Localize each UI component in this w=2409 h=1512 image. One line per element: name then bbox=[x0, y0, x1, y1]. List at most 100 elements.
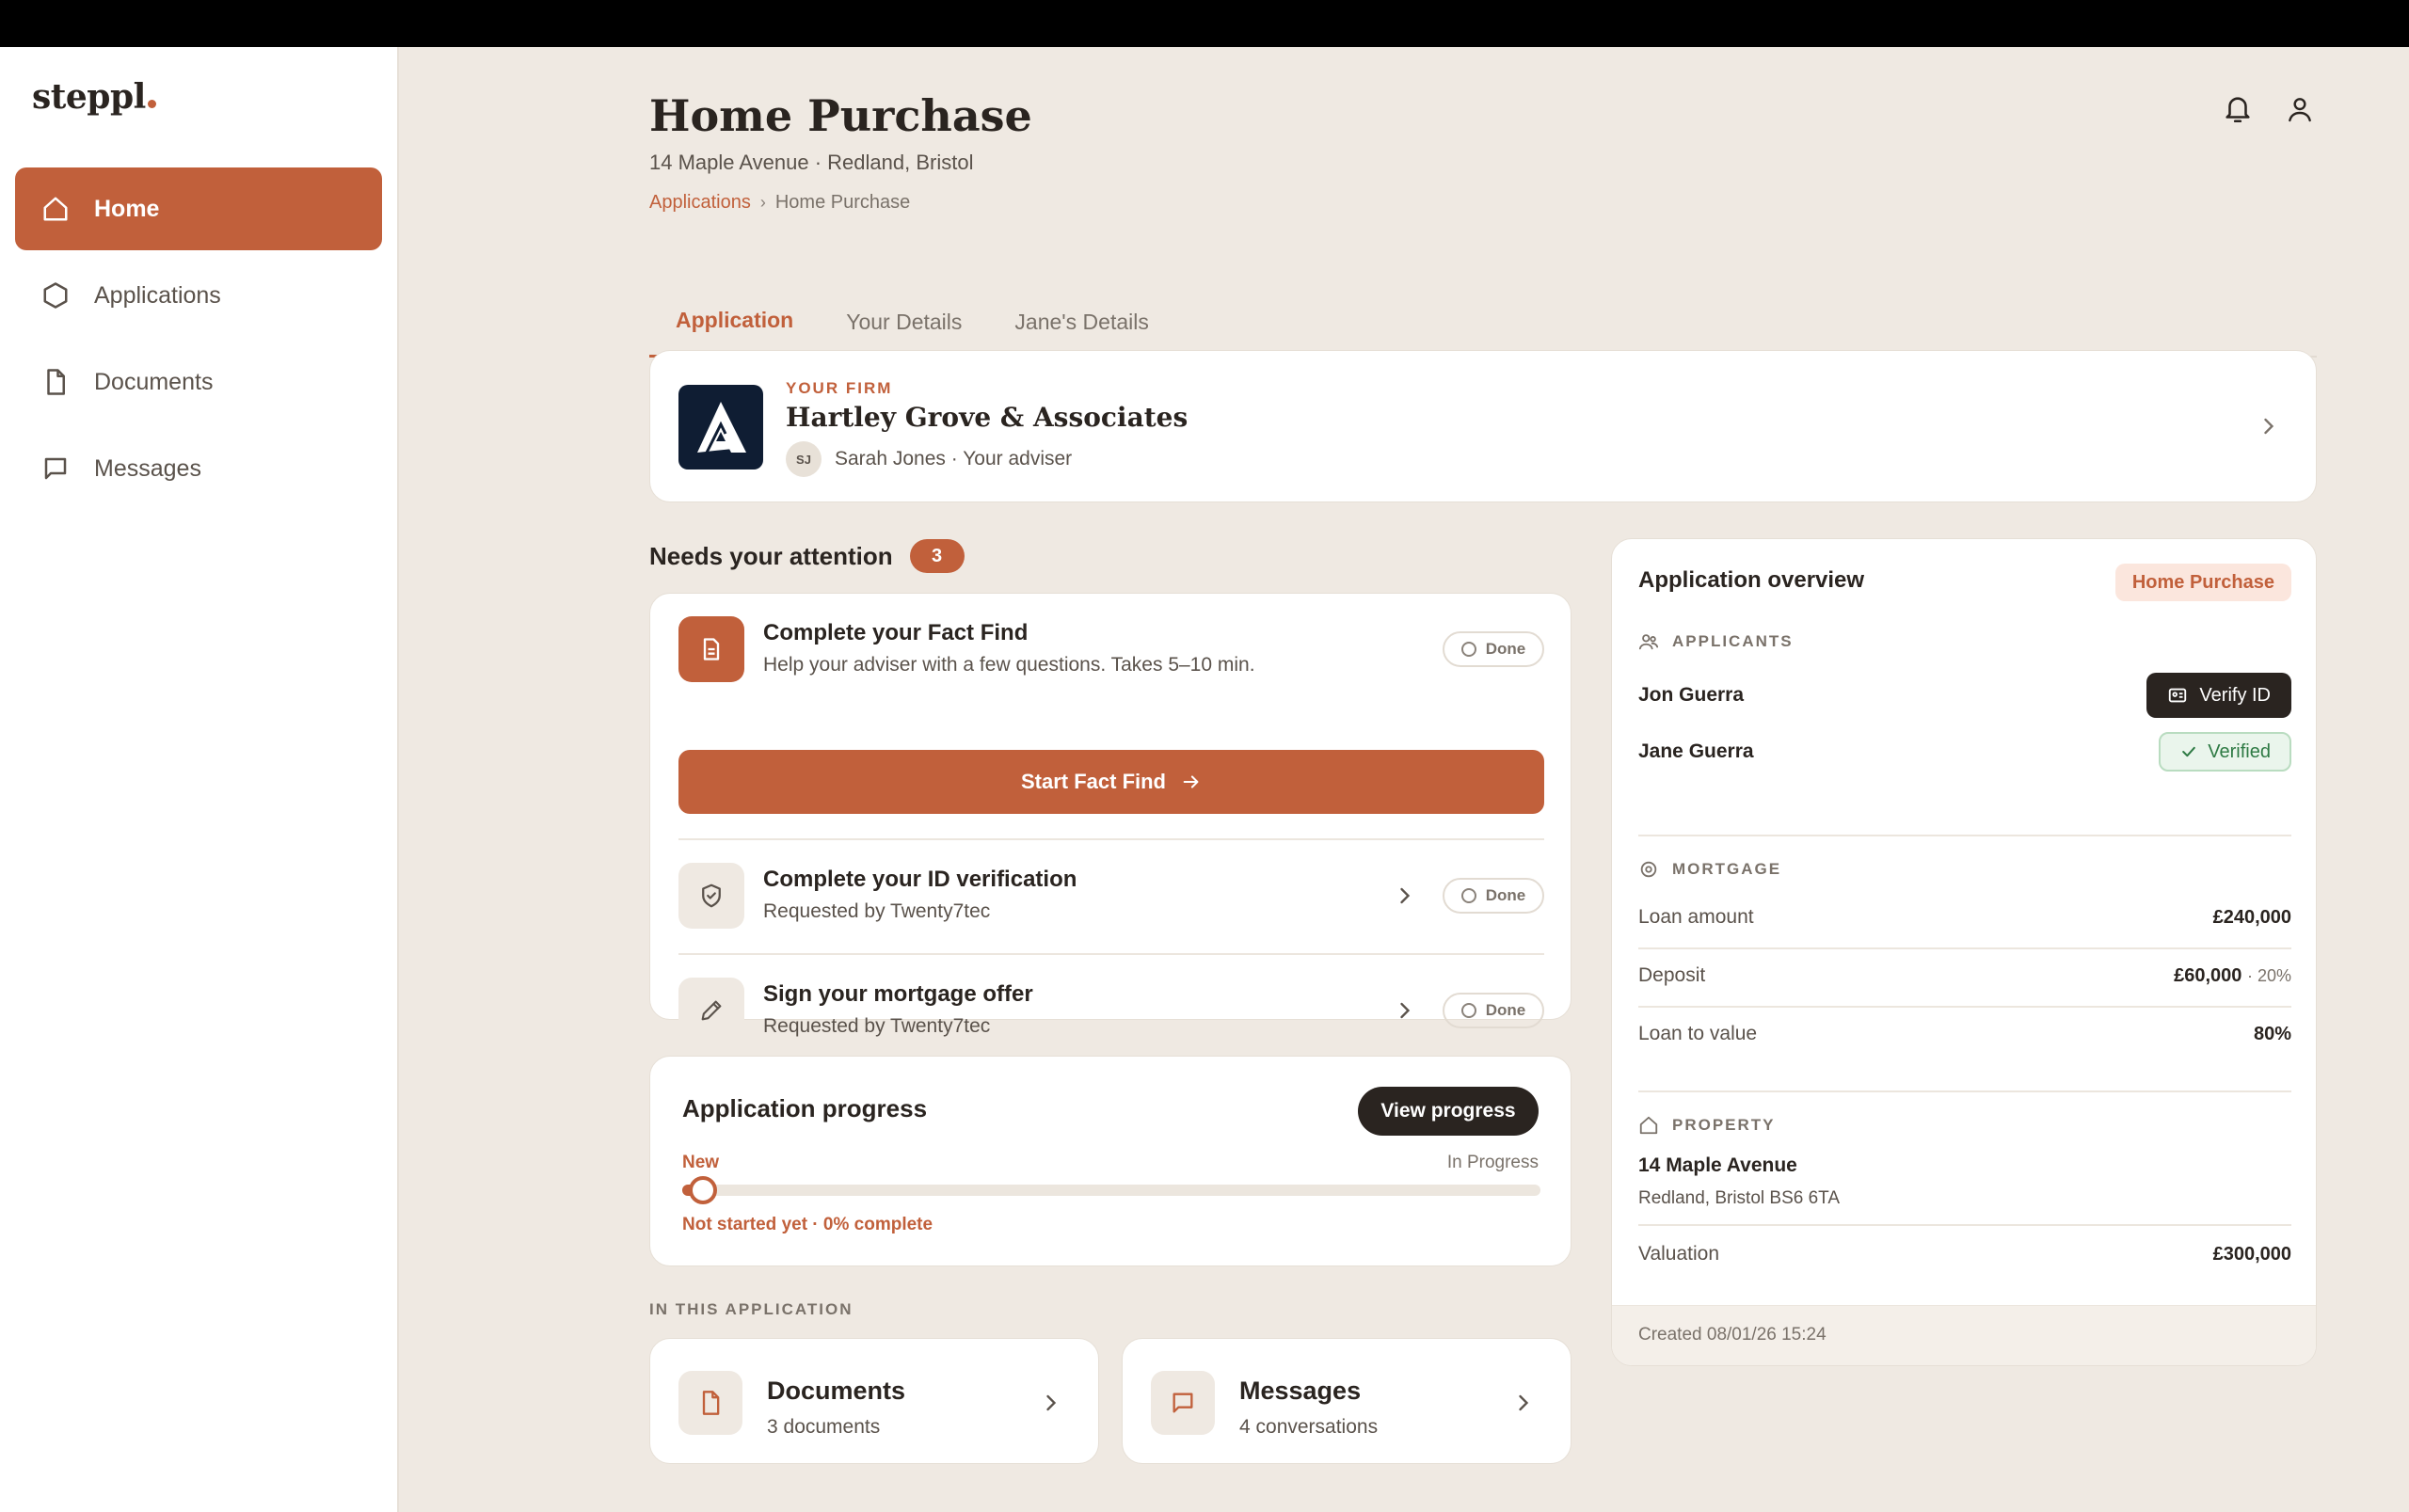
deposit-label: Deposit bbox=[1638, 964, 1706, 986]
circle-icon bbox=[1460, 642, 1476, 657]
task-title: Complete your Fact Find bbox=[763, 620, 1029, 645]
progress-knob bbox=[689, 1176, 717, 1204]
tab-janes-details[interactable]: Jane's Details bbox=[988, 286, 1174, 358]
home-icon bbox=[1638, 1115, 1659, 1136]
task-description: Requested by Twenty7tec bbox=[763, 1015, 991, 1037]
firm-label: YOUR FIRM bbox=[786, 379, 893, 397]
shield-check-icon bbox=[678, 863, 744, 929]
message-icon bbox=[1151, 1371, 1215, 1435]
valuation-row: Valuation £300,000 bbox=[1638, 1226, 2291, 1282]
check-icon bbox=[2179, 742, 2198, 761]
arrow-right-icon bbox=[1181, 772, 1202, 792]
attention-title: Needs your attention bbox=[649, 541, 893, 570]
divider bbox=[678, 953, 1544, 955]
divider bbox=[678, 838, 1544, 840]
sidebar-item-label: Home bbox=[94, 195, 160, 222]
sidebar-item-applications[interactable]: Applications bbox=[15, 254, 382, 337]
overview-title: Application overview bbox=[1638, 567, 1865, 593]
verify-id-button[interactable]: Verify ID bbox=[2146, 673, 2291, 718]
hexagon-icon bbox=[40, 279, 72, 311]
task-description: Help your adviser with a few questions. … bbox=[763, 654, 1255, 676]
page-title: Home Purchase bbox=[649, 90, 1032, 141]
deposit-row: Deposit £60,000 · 20% bbox=[1638, 947, 2291, 1004]
document-icon bbox=[40, 366, 72, 398]
chevron-right-icon bbox=[1392, 997, 1418, 1024]
applicant-row: Jane Guerra Verified bbox=[1638, 724, 2291, 780]
bell-icon[interactable] bbox=[2221, 92, 2255, 126]
done-toggle[interactable]: Done bbox=[1443, 878, 1544, 914]
done-label: Done bbox=[1485, 886, 1526, 904]
sidebar-item-label: Documents bbox=[94, 368, 214, 395]
page-subtitle: 14 Maple Avenue · Redland, Bristol bbox=[649, 151, 974, 174]
top-bar bbox=[0, 0, 2409, 47]
task-fact-find: Complete your Fact Find Help your advise… bbox=[678, 616, 1544, 682]
attention-count-badge: 3 bbox=[909, 539, 965, 573]
loan-amount-value: £240,000 bbox=[2212, 906, 2291, 928]
firm-name: Hartley Grove & Associates bbox=[786, 402, 1189, 433]
tab-bar: Application Your Details Jane's Details bbox=[649, 286, 2317, 358]
ltv-value: 80% bbox=[2253, 1023, 2291, 1044]
loan-amount-label: Loan amount bbox=[1638, 906, 1754, 928]
circle-icon bbox=[1460, 1003, 1476, 1018]
section-label-text: APPLICANTS bbox=[1672, 632, 1794, 650]
breadcrumb-link-applications[interactable]: Applications bbox=[649, 192, 751, 214]
task-id-verification[interactable]: Complete your ID verification Requested … bbox=[678, 863, 1544, 929]
chevron-right-icon bbox=[1392, 883, 1418, 909]
messages-title: Messages bbox=[1239, 1377, 1362, 1405]
valuation-value: £300,000 bbox=[2212, 1243, 2291, 1265]
messages-count: 4 conversations bbox=[1239, 1416, 1379, 1438]
firm-card[interactable]: YOUR FIRM Hartley Grove & Associates SJ … bbox=[649, 350, 2317, 502]
documents-card[interactable]: Documents 3 documents bbox=[649, 1338, 1099, 1464]
property-name: 14 Maple Avenue bbox=[1638, 1154, 1797, 1176]
divider bbox=[1638, 1090, 2291, 1092]
task-mortgage-offer[interactable]: Sign your mortgage offer Requested by Twe… bbox=[678, 978, 1544, 1043]
users-icon bbox=[1638, 631, 1659, 652]
progress-status: Not started yet · 0% complete bbox=[682, 1215, 933, 1234]
messages-card[interactable]: Messages 4 conversations bbox=[1122, 1338, 1571, 1464]
progress-bar bbox=[682, 1176, 1540, 1204]
sidebar-nav: Home Applications Documents Messages bbox=[15, 167, 382, 514]
loan-amount-row: Loan amount £240,000 bbox=[1638, 889, 2291, 946]
sidebar-item-home[interactable]: Home bbox=[15, 167, 382, 250]
form-icon bbox=[678, 616, 744, 682]
documents-title: Documents bbox=[767, 1377, 906, 1405]
deposit-percent: · 20% bbox=[2246, 965, 2291, 985]
stage-start-label: New bbox=[682, 1153, 720, 1172]
task-description: Requested by Twenty7tec bbox=[763, 900, 991, 922]
user-icon[interactable] bbox=[2283, 92, 2317, 126]
application-type-badge: Home Purchase bbox=[2114, 564, 2291, 601]
property-address: Redland, Bristol BS6 6TA bbox=[1638, 1188, 1841, 1208]
sidebar-item-label: Applications bbox=[94, 281, 221, 309]
ltv-row: Loan to value 80% bbox=[1638, 1006, 2291, 1062]
done-toggle[interactable]: Done bbox=[1443, 993, 1544, 1028]
verified-label: Verified bbox=[2208, 740, 2271, 762]
ltv-label: Loan to value bbox=[1638, 1023, 1758, 1044]
logo[interactable]: steppl bbox=[32, 77, 156, 117]
chevron-right-icon bbox=[1038, 1390, 1064, 1416]
sidebar-item-documents[interactable]: Documents bbox=[15, 341, 382, 423]
done-toggle[interactable]: Done bbox=[1443, 631, 1544, 667]
tasks-card: Complete your Fact Find Help your advise… bbox=[649, 593, 1571, 1043]
view-progress-button[interactable]: View progress bbox=[1358, 1087, 1539, 1136]
applicant-name: Jon Guerra bbox=[1638, 684, 1745, 706]
start-fact-find-button[interactable]: Start Fact Find bbox=[678, 750, 1544, 814]
sidebar-item-messages[interactable]: Messages bbox=[15, 427, 382, 510]
deposit-value: £60,000 bbox=[2174, 964, 2242, 986]
id-card-icon bbox=[2167, 685, 2188, 706]
pencil-icon bbox=[678, 978, 744, 1043]
tab-application[interactable]: Application bbox=[649, 286, 821, 358]
button-label: Start Fact Find bbox=[1020, 770, 1166, 793]
divider bbox=[1638, 835, 2291, 836]
task-title: Sign your mortgage offer bbox=[763, 981, 1033, 1007]
firm-logo bbox=[678, 385, 763, 470]
task-title: Complete your ID verification bbox=[763, 867, 1077, 892]
section-label-text: MORTGAGE bbox=[1672, 860, 1782, 878]
chevron-right-icon bbox=[1510, 1390, 1537, 1416]
avatar: SJ bbox=[786, 441, 822, 477]
section-label: IN THIS APPLICATION bbox=[649, 1300, 854, 1318]
breadcrumb-current: Home Purchase bbox=[774, 192, 911, 213]
chevron-right-icon bbox=[2256, 413, 2282, 439]
created-timestamp: Created 08/01/26 15:24 bbox=[1638, 1325, 1827, 1345]
overview-footer: Created 08/01/26 15:24 bbox=[1612, 1305, 2316, 1365]
tab-your-details[interactable]: Your Details bbox=[820, 286, 988, 358]
